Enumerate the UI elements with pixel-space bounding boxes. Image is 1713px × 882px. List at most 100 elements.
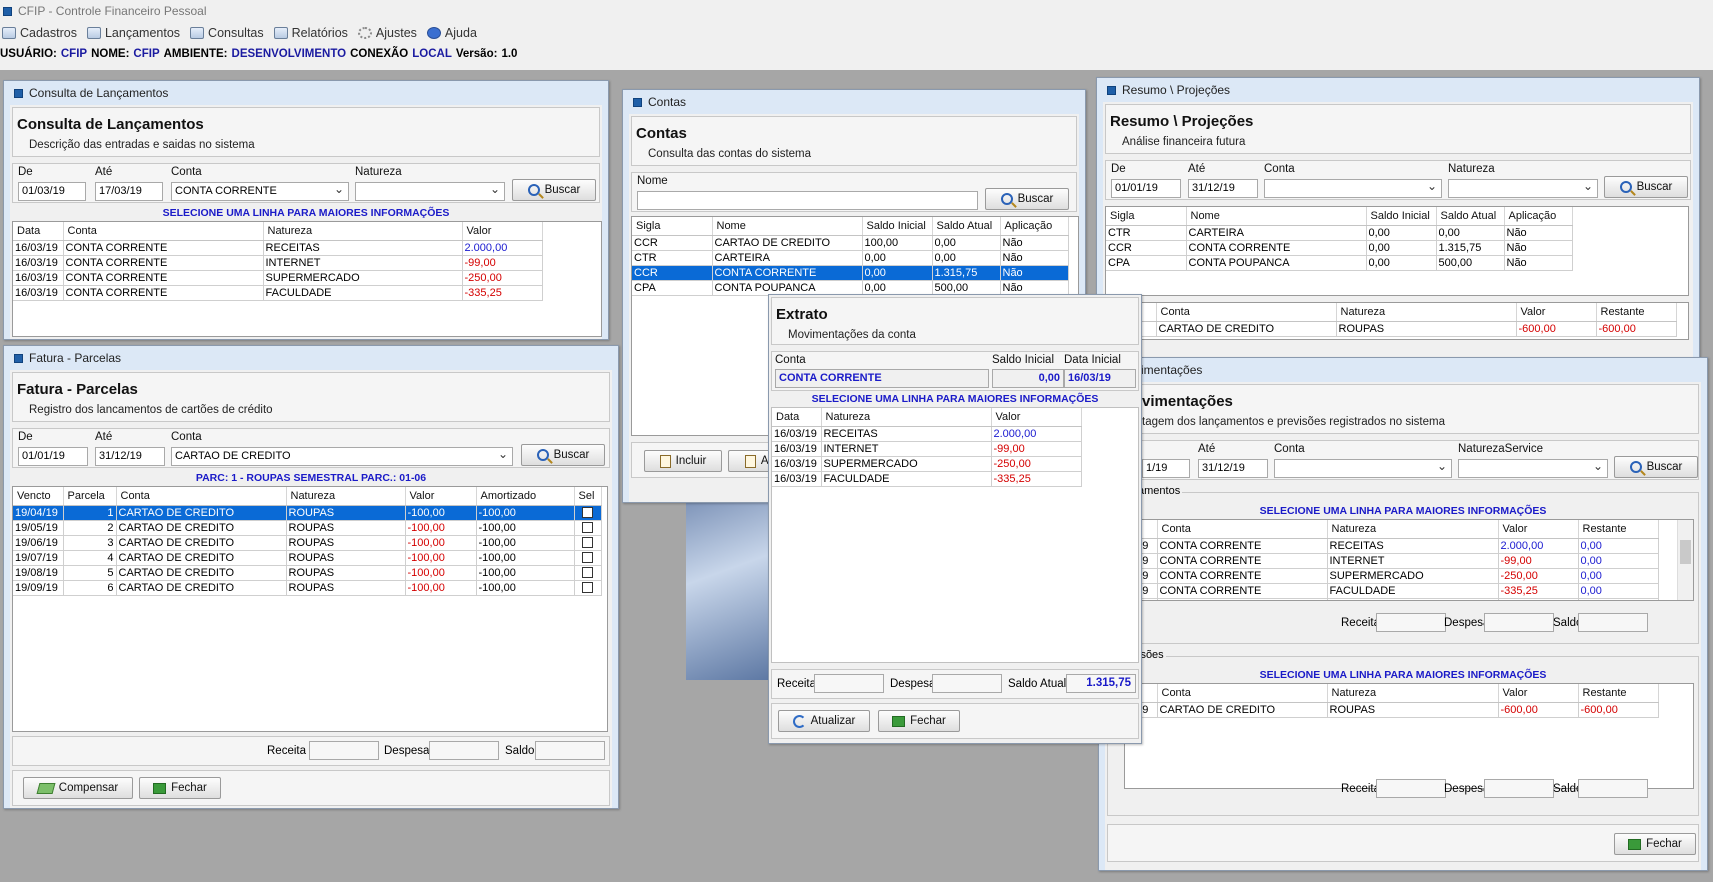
nome-field[interactable] xyxy=(637,191,978,210)
column-header[interactable]: Restante xyxy=(1578,684,1659,703)
table-row[interactable]: 3/19CONTA CORRENTEFACULDADE-335,250,00 xyxy=(1125,583,1659,599)
table-row[interactable]: 3/19CONTA CORRENTERECEITAS2.000,000,00 xyxy=(1125,538,1659,554)
table-row[interactable]: 19CARTAO DE CREDITOROUPAS-600,00-600,00 xyxy=(1106,321,1677,337)
menu-cadastros[interactable]: Cadastros xyxy=(2,23,77,43)
menu-ajustes[interactable]: Ajustes xyxy=(357,23,417,43)
natureza-select[interactable] xyxy=(1458,459,1608,478)
column-header[interactable]: Valor xyxy=(405,487,477,506)
ate-field[interactable]: 31/12/19 xyxy=(1188,179,1258,198)
atualizar-button[interactable]: Atualizar xyxy=(778,710,870,732)
column-header[interactable]: Restante xyxy=(1596,303,1677,322)
incluir-button[interactable]: Incluir xyxy=(644,450,722,472)
de-field[interactable]: 01/01/19 xyxy=(18,447,88,466)
column-header[interactable]: Restante xyxy=(1578,520,1659,539)
table-row[interactable]: 3/19CARTAO DE CREDITOROUPAS-600,00-600,0… xyxy=(1125,598,1659,600)
buscar-button[interactable]: Buscar xyxy=(1614,456,1698,478)
table-row[interactable]: 16/03/19 RECEITAS 2.000,00 xyxy=(772,426,1082,442)
conta-select[interactable]: CONTA CORRENTE xyxy=(171,182,349,201)
column-header[interactable]: Saldo Atual xyxy=(932,217,1001,236)
column-header[interactable]: Sigla xyxy=(1106,207,1187,226)
buscar-button[interactable]: Buscar xyxy=(512,179,596,201)
fechar-button[interactable]: Fechar xyxy=(878,710,960,732)
scrollbar-thumb[interactable] xyxy=(1680,540,1691,564)
table-row[interactable]: 16/03/19 CONTA CORRENTE INTERNET -99,00 xyxy=(13,255,543,271)
column-header[interactable]: Vencto xyxy=(13,487,64,506)
table-row[interactable]: CCR CONTA CORRENTE 0,00 1.315,75 Não xyxy=(1106,240,1573,256)
table-row[interactable]: 19/09/19 6 CARTAO DE CREDITO ROUPAS -100,00-… xyxy=(13,580,602,596)
table-row[interactable]: 19/04/19 1 CARTAO DE CREDITO ROUPAS -100,00-… xyxy=(13,505,602,521)
column-header[interactable]: Natureza xyxy=(286,487,406,506)
movimentacoes-lancamentos-grid[interactable]: aContaNaturezaValorRestante3/19CONTA COR… xyxy=(1124,519,1694,601)
column-header[interactable]: Valor xyxy=(1498,520,1579,539)
table-row[interactable]: 3/19CONTA CORRENTESUPERMERCADO-250,000,0… xyxy=(1125,568,1659,584)
compensar-button[interactable]: Compensar xyxy=(23,777,133,799)
column-header[interactable]: Aplicação xyxy=(1504,207,1573,226)
table-row[interactable]: 19/06/19 3 CARTAO DE CREDITO ROUPAS -100,00-… xyxy=(13,535,602,551)
table-row[interactable]: 16/03/19 SUPERMERCADO -250,00 xyxy=(772,456,1082,472)
table-row[interactable]: 19/07/19 4 CARTAO DE CREDITO ROUPAS -100,00-… xyxy=(13,550,602,566)
column-header[interactable]: Data xyxy=(772,408,822,427)
conta-select[interactable] xyxy=(1264,179,1442,198)
select-checkbox[interactable] xyxy=(582,552,593,564)
table-row[interactable]: 16/03/19 FACULDADE -335,25 xyxy=(772,471,1082,487)
column-header[interactable]: Amortizado xyxy=(476,487,575,506)
conta-select[interactable]: CARTAO DE CREDITO xyxy=(171,447,513,466)
select-checkbox[interactable] xyxy=(582,582,593,594)
menu-relatorios[interactable]: Relatórios xyxy=(273,23,348,43)
buscar-button[interactable]: Buscar xyxy=(985,188,1069,210)
column-header[interactable]: Natureza xyxy=(821,408,992,427)
table-row[interactable]: 16/03/19 INTERNET -99,00 xyxy=(772,441,1082,457)
buscar-button[interactable]: Buscar xyxy=(1604,176,1688,198)
column-header[interactable]: Data xyxy=(13,222,64,241)
natureza-select[interactable] xyxy=(355,182,505,201)
fechar-button[interactable]: Fechar xyxy=(1614,833,1696,855)
buscar-button[interactable]: Buscar xyxy=(521,444,605,466)
table-row[interactable]: 16/03/19 CONTA CORRENTE FACULDADE -335,25 xyxy=(13,285,543,301)
ate-field[interactable]: 31/12/19 xyxy=(95,447,165,466)
column-header[interactable]: Natureza xyxy=(1336,303,1517,322)
ate-field[interactable]: 31/12/19 xyxy=(1198,459,1268,478)
conta-select[interactable] xyxy=(1274,459,1452,478)
select-checkbox[interactable] xyxy=(582,537,593,549)
table-row[interactable]: 3/19CARTAO DE CREDITOROUPAS-600,00-600,0… xyxy=(1125,702,1659,718)
de-field[interactable]: 01/03/19 xyxy=(18,182,86,201)
menu-consultas[interactable]: Consultas xyxy=(190,23,264,43)
select-checkbox[interactable] xyxy=(582,522,593,534)
consulta-title-bar[interactable]: Consulta de Lançamentos xyxy=(4,81,608,105)
table-row[interactable]: 19/05/19 2 CARTAO DE CREDITO ROUPAS -100,00-… xyxy=(13,520,602,536)
column-header[interactable]: Saldo Atual xyxy=(1436,207,1505,226)
resumo-title-bar[interactable]: Resumo \ Projeções xyxy=(1097,78,1699,102)
column-header[interactable]: Valor xyxy=(462,222,543,241)
parcelas-grid[interactable]: Vencto Parcela Conta Natureza Valor Amortizad… xyxy=(12,486,608,732)
column-header[interactable]: Natureza xyxy=(263,222,463,241)
select-checkbox[interactable] xyxy=(582,507,593,519)
fechar-button[interactable]: Fechar xyxy=(139,777,221,799)
table-row[interactable]: CTR CARTEIRA 0,00 0,00 Não xyxy=(632,250,1069,266)
column-header[interactable]: Sigla xyxy=(632,217,713,236)
movimentacoes-title-bar[interactable]: vimentações xyxy=(1099,358,1707,382)
table-row[interactable]: CCR CONTA CORRENTE 0,00 1.315,75 Não xyxy=(632,265,1069,281)
scrollbar[interactable] xyxy=(1677,520,1693,600)
column-header[interactable]: Conta xyxy=(63,222,264,241)
resumo-previsoes-grid[interactable]: ContaNaturezaValorRestante19CARTAO DE CR… xyxy=(1105,302,1689,340)
table-row[interactable]: 16/03/19 CONTA CORRENTE SUPERMERCADO -250,0… xyxy=(13,270,543,286)
column-header[interactable]: Nome xyxy=(1186,207,1367,226)
table-row[interactable]: 3/19CONTA CORRENTEINTERNET-99,000,00 xyxy=(1125,553,1659,569)
extrato-grid[interactable]: Data Natureza Valor 16/03/19 RECEITAS 2.000,0… xyxy=(771,407,1139,663)
column-header[interactable]: Conta xyxy=(1156,303,1337,322)
column-header[interactable]: Valor xyxy=(1498,684,1579,703)
column-header[interactable]: Conta xyxy=(1157,684,1328,703)
column-header[interactable]: Conta xyxy=(1157,520,1328,539)
lancamentos-grid[interactable]: Data Conta Natureza Valor 16/03/19 CONTA CORR… xyxy=(12,221,602,337)
de-field[interactable]: 1/19 xyxy=(1142,459,1190,478)
column-header[interactable]: Natureza xyxy=(1327,684,1499,703)
menu-lancamentos[interactable]: Lançamentos xyxy=(86,23,180,43)
movimentacoes-previsoes-grid[interactable]: aContaNaturezaValorRestante3/19CARTAO DE… xyxy=(1124,683,1694,789)
resumo-contas-grid[interactable]: Sigla Nome Saldo Inicial Saldo Atual Aplicaç… xyxy=(1105,206,1689,296)
column-header[interactable]: Parcela xyxy=(63,487,117,506)
menu-ajuda[interactable]: Ajuda xyxy=(426,23,477,43)
column-header[interactable]: Saldo Inicial xyxy=(1366,207,1437,226)
column-header[interactable]: Valor xyxy=(1516,303,1597,322)
select-checkbox[interactable] xyxy=(582,567,593,579)
column-header[interactable]: Conta xyxy=(116,487,287,506)
